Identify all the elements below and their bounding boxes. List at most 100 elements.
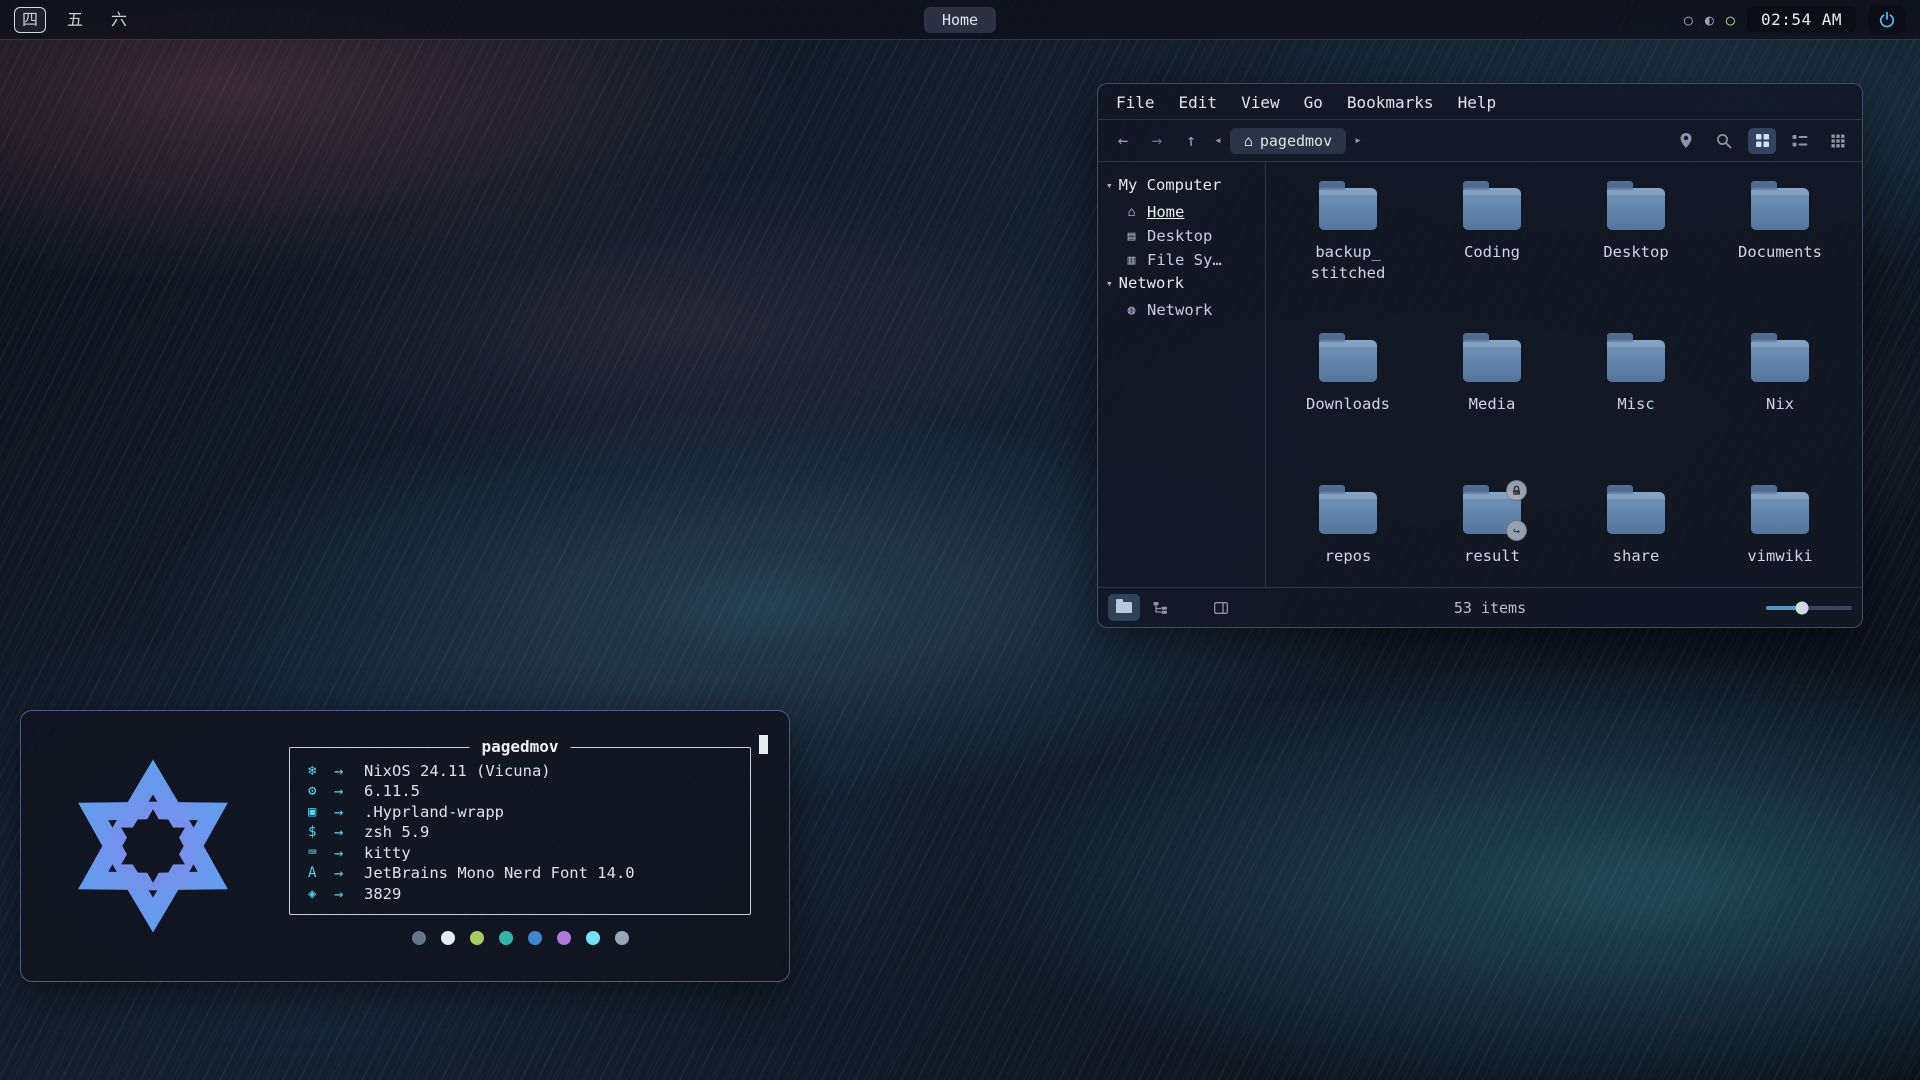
folder-icon (1319, 340, 1377, 382)
folder-icon: ↪ (1463, 492, 1521, 534)
toolbar: ← → ↑ ◂ ⌂ pagedmov ▸ (1098, 120, 1862, 162)
folder-icon (1607, 492, 1665, 534)
sidebar-section-my-computer[interactable]: ▾ My Computer (1106, 176, 1259, 194)
statusbar: 53 items (1098, 587, 1862, 627)
folder-icon (1463, 340, 1521, 382)
breadcrumb[interactable]: ⌂ pagedmov (1230, 128, 1346, 154)
terminal-color-palette (289, 931, 751, 945)
fetch-output: pagedmov ❄ → NixOS 24.11 (Vicuna) ⚙ → 6.… (289, 747, 751, 945)
power-button[interactable] (1868, 5, 1906, 35)
desktop-icon: ▤ (1124, 229, 1139, 244)
os-value: NixOS 24.11 (Vicuna) (364, 762, 551, 780)
fetch-line-kernel: ⚙ → 6.11.5 (308, 781, 732, 802)
folder-pane-icon (1116, 602, 1132, 613)
toolbar-right-cluster (1672, 128, 1852, 154)
sidebar-item-home[interactable]: ⌂ Home (1106, 200, 1259, 224)
arrow-icon: → (334, 782, 364, 800)
places-pane-button[interactable] (1108, 594, 1140, 621)
menu-go[interactable]: Go (1304, 93, 1323, 112)
zoom-control (1742, 606, 1852, 610)
symlink-emblem-icon: ↪ (1506, 520, 1527, 541)
folder-label: Desktop (1603, 242, 1668, 263)
folder-documents[interactable]: Documents (1708, 176, 1852, 328)
home-icon: ⌂ (1244, 132, 1253, 150)
sidebar-item-label: Home (1147, 203, 1184, 221)
menu-file[interactable]: File (1116, 93, 1155, 112)
workspace-5[interactable]: 五 (60, 8, 90, 32)
tree-pane-button[interactable] (1144, 594, 1176, 621)
menu-help[interactable]: Help (1458, 93, 1497, 112)
workspace-4[interactable]: 四 (14, 7, 46, 33)
arrow-icon: → (334, 803, 364, 821)
menu-edit[interactable]: Edit (1179, 93, 1218, 112)
file-manager-body: ▾ My Computer ⌂ Home ▤ Desktop ▥ File Sy… (1098, 162, 1862, 587)
zoom-slider[interactable] (1766, 606, 1852, 610)
folder-desktop[interactable]: Desktop (1564, 176, 1708, 328)
list-view-button[interactable] (1786, 128, 1814, 154)
sidebar-section-label: Network (1119, 274, 1184, 292)
palette-dot (499, 931, 513, 945)
folder-icon (1751, 340, 1809, 382)
search-icon[interactable] (1710, 128, 1738, 154)
folder-nix[interactable]: Nix (1708, 328, 1852, 480)
folder-icon (1607, 340, 1665, 382)
location-pin-icon[interactable] (1672, 128, 1700, 154)
chevron-down-icon[interactable]: ▾ (1106, 277, 1113, 290)
folder-grid: backup_ stitched Coding Desktop Document… (1266, 162, 1862, 587)
folder-icon (1463, 188, 1521, 230)
chevron-down-icon[interactable]: ▾ (1106, 179, 1113, 192)
folder-label: Coding (1464, 242, 1520, 263)
palette-dot (528, 931, 542, 945)
compact-view-button[interactable] (1824, 128, 1852, 154)
folder-label: result (1464, 546, 1520, 567)
breadcrumb-prev-icon[interactable]: ◂ (1210, 133, 1226, 148)
power-icon (1878, 11, 1896, 29)
folder-coding[interactable]: Coding (1420, 176, 1564, 328)
arrow-icon: → (334, 762, 364, 780)
folder-downloads[interactable]: Downloads (1276, 328, 1420, 480)
package-icon: ◈ (308, 886, 334, 902)
topbar-right-cluster: ○ ◐ ○ 02:54 AM (1684, 5, 1906, 35)
folder-label: Misc (1617, 394, 1654, 415)
tray-circle-green-icon[interactable]: ○ (1726, 11, 1735, 29)
sidebar-section-label: My Computer (1119, 176, 1222, 194)
arrow-icon: → (334, 844, 364, 862)
folder-icon (1319, 188, 1377, 230)
forward-button[interactable]: → (1142, 131, 1172, 151)
palette-dot (412, 931, 426, 945)
folder-label: vimwiki (1747, 546, 1812, 567)
fetch-line-packages: ◈ → 3829 (308, 883, 732, 904)
icon-view-button[interactable] (1748, 128, 1776, 154)
back-button[interactable]: ← (1108, 131, 1138, 151)
menu-bookmarks[interactable]: Bookmarks (1347, 93, 1434, 112)
palette-dot (470, 931, 484, 945)
window-manager-icon: ▣ (308, 804, 334, 820)
fetch-line-font: A → JetBrains Mono Nerd Font 14.0 (308, 863, 732, 884)
file-manager-window: File Edit View Go Bookmarks Help ← → ↑ ◂… (1097, 83, 1863, 628)
folder-label: Media (1469, 394, 1516, 415)
workspace-6[interactable]: 六 (104, 8, 134, 32)
shell-icon: $ (308, 824, 334, 840)
terminal-cursor (759, 735, 768, 754)
zoom-slider-handle[interactable] (1796, 601, 1809, 614)
sidebar-item-label: Network (1147, 301, 1212, 319)
breadcrumb-next-icon[interactable]: ▸ (1350, 133, 1366, 148)
tray-half-circle-icon[interactable]: ◐ (1705, 11, 1714, 29)
kernel-icon: ⚙ (308, 783, 334, 799)
toggle-panel-button[interactable] (1208, 596, 1234, 620)
sidebar-item-filesystem[interactable]: ▥ File Sy… (1106, 248, 1259, 272)
folder-label: Nix (1766, 394, 1794, 415)
workspace-switcher: 四 五 六 (14, 7, 134, 33)
folder-backup-stitched[interactable]: backup_ stitched (1276, 176, 1420, 328)
tray-circle-icon[interactable]: ○ (1684, 11, 1693, 29)
menu-view[interactable]: View (1241, 93, 1280, 112)
sidebar-item-desktop[interactable]: ▤ Desktop (1106, 224, 1259, 248)
folder-media[interactable]: Media (1420, 328, 1564, 480)
terminal-icon: ⌨ (308, 845, 334, 861)
sidebar-item-network[interactable]: ◍ Network (1106, 298, 1259, 322)
sidebar-section-network[interactable]: ▾ Network (1106, 274, 1259, 292)
palette-dot (557, 931, 571, 945)
up-button[interactable]: ↑ (1176, 131, 1206, 151)
folder-misc[interactable]: Misc (1564, 328, 1708, 480)
terminal-window[interactable]: pagedmov ❄ → NixOS 24.11 (Vicuna) ⚙ → 6.… (20, 710, 790, 982)
